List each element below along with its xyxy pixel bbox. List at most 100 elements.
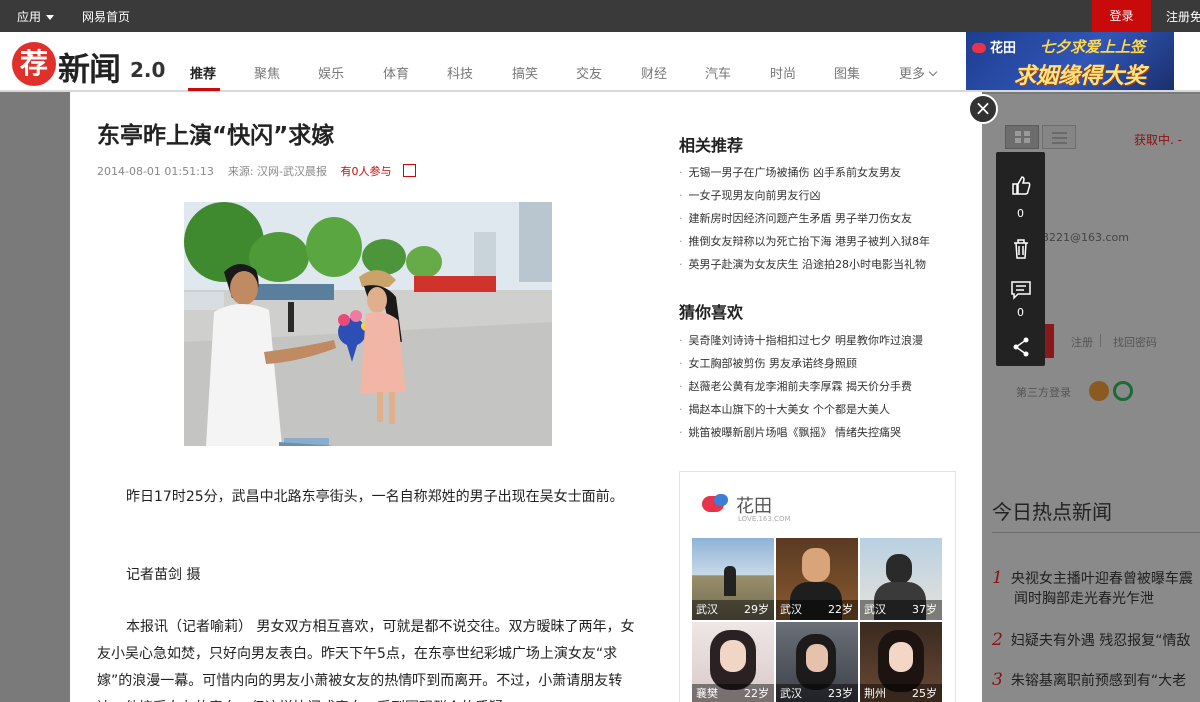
profile-card[interactable]: 荆州 25岁 (860, 622, 942, 702)
guess-link[interactable]: 女工胸部被剪伤 男友承诺终身照顾 (679, 352, 923, 375)
person-figure (720, 640, 746, 672)
comment-button[interactable] (996, 280, 1045, 303)
profile-card[interactable]: 武汉 22岁 (776, 538, 858, 620)
profile-caption: 武汉 22岁 (776, 600, 858, 620)
weibo-icon (1089, 381, 1109, 401)
huatian-sub: LOVE.163.COM (738, 515, 791, 523)
profile-card[interactable]: 襄樊 22岁 (692, 622, 774, 702)
comment-icon (1010, 281, 1031, 300)
nav-tab-auto[interactable]: 汽车 (705, 63, 731, 82)
apps-menu[interactable]: 应用 (17, 8, 55, 25)
share-icon (1013, 337, 1028, 357)
profile-card[interactable]: 武汉 29岁 (692, 538, 774, 620)
person-figure (802, 548, 830, 582)
like-button[interactable] (996, 174, 1045, 199)
ad-slogan-main: 求姻缘得大奖 (1014, 64, 1147, 89)
profile-city: 武汉 (696, 603, 718, 616)
profile-city: 襄樊 (696, 687, 718, 700)
participants-link[interactable]: 有0人参与 (341, 165, 392, 178)
related-link[interactable]: 英男子赴演为女友庆生 沿途拍28小时电影当礼物 (679, 253, 930, 276)
grid-view-icon (1005, 125, 1039, 149)
nav-tab-focus[interactable]: 聚焦 (254, 63, 280, 82)
ad-brand-name: 花田 (990, 41, 1017, 56)
share-button[interactable] (996, 336, 1045, 361)
nav-tab-finance[interactable]: 财经 (641, 63, 667, 82)
hot-news-item: 1 央视女主播叶迎春曾被曝车震 闻时胸部走光春光乍泄 (992, 568, 1193, 608)
trash-icon (1013, 239, 1028, 259)
guess-link[interactable]: 赵薇老公黄有龙李湘前夫李厚霖 揭天价分手费 (679, 375, 923, 398)
guess-link[interactable]: 揭赵本山旗下的十大美女 个个都是大美人 (679, 398, 923, 421)
profile-caption: 武汉 29岁 (692, 600, 774, 620)
nav-tab-funny[interactable]: 搞笑 (512, 63, 538, 82)
person-figure (886, 554, 912, 584)
guess-link[interactable]: 姚笛被曝新剧片场唱《飘摇》 情绪失控痛哭 (679, 421, 923, 444)
person-figure (806, 644, 828, 672)
article-source: 来源: 汉网-武汉晨报 (227, 165, 327, 178)
photo-credit: 记者苗剑 摄 (126, 567, 201, 583)
article-photo (184, 202, 552, 446)
related-link[interactable]: 一女子现男友向前男友行凶 (679, 184, 930, 207)
dislike-button[interactable] (996, 238, 1045, 263)
floating-toolbar: 0 0 (996, 152, 1045, 366)
profile-city: 武汉 (780, 603, 802, 616)
article-meta: 2014-08-01 01:51:13 来源: 汉网-武汉晨报 有0人参与 (97, 163, 416, 179)
nav-tab-sports[interactable]: 体育 (383, 63, 409, 82)
profile-caption: 襄樊 22岁 (692, 684, 774, 702)
register-link-bg: 注册 (1071, 336, 1093, 349)
profile-age: 22岁 (828, 603, 853, 616)
register-link[interactable]: 注册免 (1166, 8, 1200, 25)
hot-news-text: 央视女主播叶迎春曾被曝车震 (1010, 571, 1193, 587)
third-party-login-label: 第三方登录 (1016, 386, 1071, 399)
chevron-down-icon (928, 67, 938, 77)
hot-news-text: 朱镕基离职前预感到有“大老 (1010, 673, 1187, 689)
profile-age: 23岁 (828, 687, 853, 700)
profile-age: 29岁 (744, 603, 769, 616)
fetching-status: 获取中. - (1134, 133, 1182, 147)
nav-tab-recommend[interactable]: 推荐 (190, 63, 216, 82)
nav-tab-gallery[interactable]: 图集 (834, 63, 860, 82)
site-header: 荐 新闻 2.0 推荐 聚焦 娱乐 体育 科技 搞笑 交友 财经 汽车 时尚 图… (0, 32, 1200, 92)
apps-label: 应用 (17, 10, 42, 24)
related-link[interactable]: 无锡一男子在广场被捅伤 凶手系前女友男友 (679, 161, 930, 184)
active-tab-indicator (188, 88, 220, 91)
hot-news-item: 3 朱镕基离职前预感到有“大老 (992, 670, 1186, 690)
profile-age: 37岁 (912, 603, 937, 616)
profile-card[interactable]: 武汉 37岁 (860, 538, 942, 620)
hot-news-text-cont: 闻时胸部走光春光乍泄 (1014, 591, 1154, 607)
guess-link[interactable]: 吴奇隆刘诗诗十指相扣过七夕 明星教你咋过浪漫 (679, 329, 924, 352)
list-view-icon (1042, 125, 1076, 149)
link-divider (1100, 334, 1101, 347)
netease-home-link[interactable]: 网易首页 (82, 8, 130, 25)
nav-tab-tech[interactable]: 科技 (447, 63, 473, 82)
nav-tab-more[interactable]: 更多 (899, 63, 938, 82)
heart-icon (714, 494, 728, 506)
profile-city: 荆州 (864, 687, 886, 700)
article-paragraph: 本报讯（记者喻莉） 男女双方相互喜欢，可就是都不说交往。双方暧昧了两年，女友小吴… (97, 619, 635, 702)
related-heading: 相关推荐 (679, 136, 744, 155)
profile-caption: 武汉 23岁 (776, 684, 858, 702)
edit-comment-icon[interactable] (403, 164, 416, 177)
profile-caption: 荆州 25岁 (860, 684, 942, 702)
guess-list: 吴奇隆刘诗诗十指相扣过七夕 明星教你咋过浪漫 女工胸部被剪伤 男友承诺终身照顾 … (679, 329, 924, 444)
profile-caption: 武汉 37岁 (860, 600, 942, 620)
hot-rank: 2 (992, 630, 1003, 650)
huatian-widget: 花田 LOVE.163.COM 武汉 29岁 武汉 22岁 武汉 37岁 襄樊 22岁 … (679, 471, 956, 702)
person-figure (889, 642, 913, 672)
huatian-banner-ad[interactable]: 花田 七夕求爱上上签 求姻缘得大奖 (966, 32, 1174, 90)
nav-tab-fashion[interactable]: 时尚 (770, 63, 796, 82)
logo-mark: 荐 (12, 42, 56, 86)
close-icon[interactable]: × (968, 94, 998, 124)
related-list: 无锡一男子在广场被捅伤 凶手系前女友男友 一女子现男友向前男友行凶 建新房时因经… (679, 161, 931, 276)
top-bar: 应用 网易首页 登录 注册免 (0, 0, 1200, 38)
profile-city: 武汉 (780, 687, 802, 700)
profile-card[interactable]: 武汉 23岁 (776, 622, 858, 702)
related-link[interactable]: 建新房时因经济问题产生矛盾 男子举刀伤女友 (679, 207, 930, 230)
related-link[interactable]: 推倒女友辩称以为死亡抬下海 港男子被判入狱8年 (679, 230, 931, 253)
nav-tab-dating[interactable]: 交友 (576, 63, 602, 82)
nav-tab-entertainment[interactable]: 娱乐 (318, 63, 344, 82)
logo-version: 2.0 (130, 58, 166, 82)
thumbs-up-icon (1011, 176, 1030, 195)
ad-brand: 花田 (972, 37, 1016, 56)
find-password-link: 找回密码 (1113, 336, 1157, 349)
hot-news-text: 妇疑夫有外遇 残忍报复“情敌 (1010, 633, 1191, 649)
